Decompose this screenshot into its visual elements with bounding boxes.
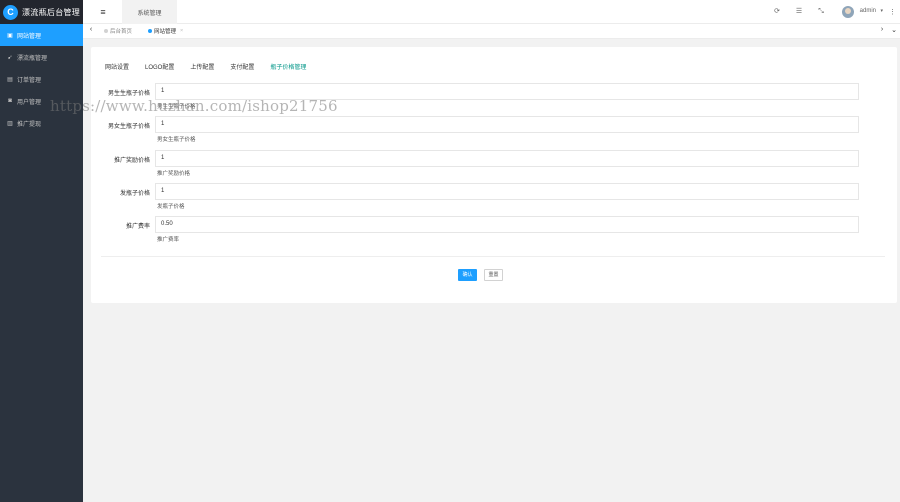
refresh-icon[interactable]: ⟳: [772, 7, 782, 17]
female-bottle-price-input[interactable]: 1: [155, 116, 859, 133]
tab-home[interactable]: 后台首页: [104, 27, 132, 35]
tab-upload-config[interactable]: 上传配置: [190, 62, 214, 71]
form-row: 发瓶子价格 1 发瓶子价格: [91, 183, 897, 210]
field-tip: 发瓶子价格: [157, 204, 185, 210]
avatar[interactable]: [842, 6, 854, 18]
wallet-icon: ▥: [7, 120, 13, 127]
sidebar-item-withdraw[interactable]: ▥ 推广提现: [0, 112, 83, 134]
tab-payment-config[interactable]: 支付配置: [230, 62, 254, 71]
logo-icon: C: [3, 4, 18, 20]
field-tip: 男女生瓶子价格: [157, 137, 196, 143]
page-tabs-bar: ‹ 后台首页 网站管理 × › ⌄: [83, 24, 900, 39]
sidebar: C 漂流瓶后台管理 ▣ 网站管理 ➹ 漂流瓶管理 ▤ 订单管理 ◙ 用户管理 ▥…: [0, 0, 83, 502]
sidebar-item-label: 漂流瓶管理: [17, 55, 48, 62]
more-icon[interactable]: ⋮: [889, 8, 896, 16]
menu-toggle-icon[interactable]: ≡: [97, 6, 109, 18]
field-label: 男生生瓶子价格: [107, 91, 150, 97]
tab-system[interactable]: 系统管理: [122, 0, 177, 24]
logo[interactable]: C 漂流瓶后台管理: [0, 0, 83, 24]
form-row: 推广费率 0.50 推广费率: [91, 216, 897, 243]
note-icon[interactable]: ☰: [794, 7, 804, 17]
calendar-icon: ▤: [7, 76, 13, 83]
user-icon: ◙: [8, 98, 12, 104]
chevron-down-icon[interactable]: ▾: [880, 8, 883, 14]
username[interactable]: admin: [860, 8, 876, 14]
tab-site-management[interactable]: 网站管理 ×: [148, 27, 183, 35]
chevron-left-icon[interactable]: ‹: [86, 26, 96, 33]
promo-reward-price-input[interactable]: 1: [155, 150, 859, 167]
send-icon: ➹: [7, 54, 13, 61]
tab-site-settings[interactable]: 网站设置: [105, 62, 129, 71]
tab-dot-icon: [104, 29, 108, 33]
sidebar-item-label: 订单管理: [17, 77, 42, 84]
top-header: ≡ 系统管理 ⟳ ☰ ⤡ admin ▾ ⋮: [83, 0, 900, 24]
field-label: 男女生瓶子价格: [107, 124, 150, 130]
sidebar-item-bottle[interactable]: ➹ 漂流瓶管理: [0, 46, 83, 68]
field-tip: 推广奖励价格: [157, 171, 191, 177]
sidebar-item-orders[interactable]: ▤ 订单管理: [0, 68, 83, 90]
settings-tabs: 网站设置 LOGO配置 上传配置 支付配置 瓶子价格管理: [105, 62, 322, 71]
watermark: https://www.huzhan.com/ishop21756: [50, 97, 338, 115]
field-tip: 推广费率: [157, 237, 180, 243]
tab-label: 后台首页: [110, 29, 133, 35]
home-icon: ▣: [7, 32, 13, 39]
promo-rate-input[interactable]: 0.50: [155, 216, 859, 233]
field-label: 发瓶子价格: [119, 191, 150, 197]
app-title: 漂流瓶后台管理: [22, 7, 81, 17]
sidebar-item-label: 推广提现: [17, 121, 42, 128]
chevron-right-icon[interactable]: ›: [877, 26, 887, 33]
close-icon[interactable]: ×: [180, 28, 183, 34]
tab-dot-icon: [148, 29, 152, 33]
sidebar-item-label: 用户管理: [17, 99, 42, 106]
form-row: 男女生瓶子价格 1 男女生瓶子价格: [91, 116, 897, 143]
chevron-down-icon[interactable]: ⌄: [889, 26, 899, 34]
tab-logo-config[interactable]: LOGO配置: [145, 62, 174, 71]
field-label: 推广奖励价格: [113, 158, 150, 164]
tab-bottle-price[interactable]: 瓶子价格管理: [270, 62, 306, 71]
send-bottle-price-input[interactable]: 1: [155, 183, 859, 200]
field-label: 推广费率: [125, 224, 150, 230]
form-row: 推广奖励价格 1 推广奖励价格: [91, 150, 897, 177]
tab-label: 网站管理: [154, 29, 177, 35]
divider: [101, 256, 885, 257]
fullscreen-icon[interactable]: ⤡: [816, 7, 826, 17]
sidebar-item-label: 网站管理: [17, 33, 42, 40]
reset-button[interactable]: 重置: [484, 269, 503, 281]
sidebar-item-site[interactable]: ▣ 网站管理: [0, 24, 83, 46]
settings-card: 网站设置 LOGO配置 上传配置 支付配置 瓶子价格管理 男生生瓶子价格 1 男…: [91, 47, 897, 303]
submit-button[interactable]: 确认: [458, 269, 477, 281]
